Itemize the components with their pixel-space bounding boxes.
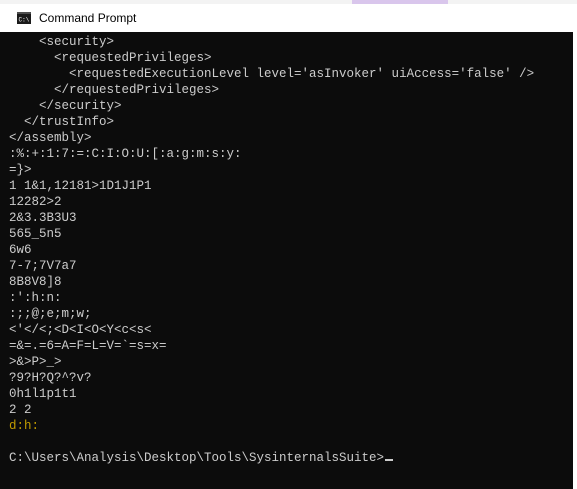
console-line-text: 12282>2	[9, 195, 62, 209]
svg-text:C:\: C:\	[19, 17, 30, 24]
console-line: :%:+:1:7:=:C:I:O:U:[:a:g:m:s:y:	[0, 146, 573, 162]
console-line: :':h:n:	[0, 290, 573, 306]
command-prompt-line: C:\Users\Analysis\Desktop\Tools\Sysinter…	[0, 450, 573, 466]
text-cursor	[385, 459, 394, 461]
console-line-text: >&>P>_>	[9, 355, 62, 369]
console-line: =}>	[0, 162, 573, 178]
console-line-text: d:h:	[9, 419, 40, 433]
console-line-text: 2&3.3B3U3	[9, 211, 77, 225]
console-line-text: 7-7;7V7a7	[9, 259, 77, 273]
console-line: <requestedPrivileges>	[0, 50, 573, 66]
console-line: 2&3.3B3U3	[0, 210, 573, 226]
console-line-text: C:\Users\Analysis\Desktop\Tools\Sysinter…	[9, 451, 385, 465]
console-line-text: <requestedExecutionLevel level='asInvoke…	[9, 67, 535, 81]
console-line-text: 8B8V8]8	[9, 275, 62, 289]
cmd-icon: C:\	[17, 12, 31, 24]
title-bar[interactable]: C:\ Command Prompt	[0, 4, 577, 32]
console-line-text: 0h1l1p1t1	[9, 387, 77, 401]
console-line: </security>	[0, 98, 573, 114]
console-line-text: 6w6	[9, 243, 32, 257]
console-line-text: <requestedPrivileges>	[9, 51, 212, 65]
console-line-text: =}>	[9, 163, 32, 177]
console-line-text: 2 2	[9, 403, 32, 417]
console-line: </trustInfo>	[0, 114, 573, 130]
console-line-text: <security>	[9, 35, 115, 49]
console-line: <security>	[0, 34, 573, 50]
console-line: :;;@;e;m;w;	[0, 306, 573, 322]
console-line: >&>P>_>	[0, 354, 573, 370]
console-line-text: </requestedPrivileges>	[9, 83, 220, 97]
console-line: 565_5n5	[0, 226, 573, 242]
console-line-text: :':h:n:	[9, 291, 62, 305]
console-line-text: </assembly>	[9, 131, 92, 145]
console-line: d:h:	[0, 418, 573, 434]
console-line: 8B8V8]8	[0, 274, 573, 290]
console-line: 6w6	[0, 242, 573, 258]
console-line-text: </security>	[9, 99, 122, 113]
console-line: <'</<;<D<I<O<Y<c<s<	[0, 322, 573, 338]
console-line: 12282>2	[0, 194, 573, 210]
console-line: =&=.=6=A=F=L=V=`=s=x=	[0, 338, 573, 354]
window-title: Command Prompt	[39, 11, 137, 25]
console-line-text: 1 1&1,12181>1D1J1P1	[9, 179, 152, 193]
console-line: </requestedPrivileges>	[0, 82, 573, 98]
console-line-text: =&=.=6=A=F=L=V=`=s=x=	[9, 339, 167, 353]
console-line-text: ?9?H?Q?^?v?	[9, 371, 92, 385]
console-line: ?9?H?Q?^?v?	[0, 370, 573, 386]
console-line: <requestedExecutionLevel level='asInvoke…	[0, 66, 573, 82]
console-line: 2 2	[0, 402, 573, 418]
console-line: </assembly>	[0, 130, 573, 146]
console-line: 0h1l1p1t1	[0, 386, 573, 402]
console-line-text: :;;@;e;m;w;	[9, 307, 92, 321]
console-line-text: :%:+:1:7:=:C:I:O:U:[:a:g:m:s:y:	[9, 147, 242, 161]
console-line-text: </trustInfo>	[9, 115, 115, 129]
console-line: 7-7;7V7a7	[0, 258, 573, 274]
console-line-text: <'</<;<D<I<O<Y<c<s<	[9, 323, 152, 337]
console-line-text: 565_5n5	[9, 227, 62, 241]
command-prompt-window: C:\ Command Prompt <security> <requested…	[0, 0, 577, 489]
console-output[interactable]: <security> <requestedPrivileges> <reques…	[0, 32, 573, 489]
window-right-edge	[573, 32, 577, 489]
console-line: 1 1&1,12181>1D1J1P1	[0, 178, 573, 194]
